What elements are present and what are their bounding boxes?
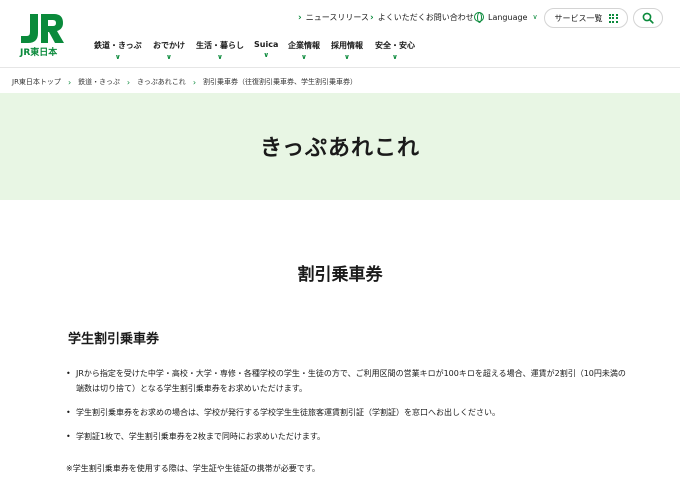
search-button[interactable] <box>633 8 663 28</box>
nav-label: 鉄道・きっぷ <box>94 41 142 50</box>
language-label: Language <box>488 12 528 22</box>
faq-label: よくいただくお問い合わせ <box>377 13 474 22</box>
nav-item-recruit[interactable]: 採用情報 ∨ <box>331 40 363 61</box>
chevron-right-icon: › <box>67 77 72 87</box>
nav-label: 生活・暮らし <box>196 41 244 50</box>
list-item: JRから指定を受けた中学・高校・大学・専修・各種学校の学生・生徒の方で、ご利用区… <box>66 366 626 396</box>
jr-east-logo[interactable]: JR東日本 <box>16 12 66 58</box>
subsection-title: 学生割引乗車券 <box>68 332 160 347</box>
section-title: 割引乗車券 <box>297 265 383 285</box>
chevron-right-icon: › <box>370 12 374 23</box>
nav-label: おでかけ <box>153 41 185 50</box>
chevron-down-icon: ∨ <box>115 53 121 61</box>
chevron-down-icon: ∨ <box>301 53 307 61</box>
breadcrumb-item-tickets[interactable]: きっぷあれこれ <box>137 77 186 87</box>
list-item: 学生割引乗車券をお求めの場合は、学校が発行する学校学生生徒旅客運賃割引証（学割証… <box>66 405 626 420</box>
grid-icon <box>608 13 618 23</box>
nav-item-corporate[interactable]: 企業情報 ∨ <box>288 40 320 61</box>
nav-item-railway[interactable]: 鉄道・きっぷ ∨ <box>94 40 142 61</box>
breadcrumb-item-top[interactable]: JR東日本トップ <box>12 77 61 87</box>
chevron-down-icon: ∨ <box>392 53 398 61</box>
page-title: きっぷあれこれ <box>259 136 421 161</box>
nav-label: 採用情報 <box>331 41 363 50</box>
services-label: サービス一覧 <box>554 13 603 23</box>
site-header: JR東日本 › ニュースリリース › よくいただくお問い合わせ Language… <box>0 0 680 68</box>
jr-logo-mark-icon <box>21 14 64 43</box>
logo-text: JR東日本 <box>20 48 58 58</box>
page-hero: きっぷあれこれ <box>0 93 680 200</box>
nav-label: Suica <box>254 40 279 49</box>
news-release-label: ニュースリリース <box>305 13 369 22</box>
chevron-down-icon: ∨ <box>263 51 270 59</box>
nav-item-outing[interactable]: おでかけ ∨ <box>153 40 185 61</box>
list-item: 学割証1枚で、学生割引乗車券を2枚まで同時にお求めいただけます。 <box>66 429 626 444</box>
globe-icon <box>474 12 484 23</box>
breadcrumb-item-current: 割引乗車券（往復割引乗車券、学生割引乗車券） <box>203 78 358 86</box>
chevron-right-icon: › <box>126 77 131 87</box>
nav-item-life[interactable]: 生活・暮らし ∨ <box>196 40 244 61</box>
nav-label: 安全・安心 <box>375 41 415 50</box>
breadcrumb-item-railway[interactable]: 鉄道・きっぷ <box>78 77 120 87</box>
chevron-down-icon: ∨ <box>166 53 172 61</box>
language-selector[interactable]: Language ∨ <box>474 12 538 23</box>
chevron-right-icon: › <box>192 77 197 87</box>
breadcrumb: JR東日本トップ › 鉄道・きっぷ › きっぷあれこれ › 割引乗車券（往復割引… <box>12 77 357 87</box>
nav-label: 企業情報 <box>288 41 320 50</box>
faq-link[interactable]: › よくいただくお問い合わせ <box>370 12 474 23</box>
chevron-right-icon: › <box>298 12 302 23</box>
chevron-down-icon: ∨ <box>344 53 350 61</box>
nav-item-safety[interactable]: 安全・安心 ∨ <box>375 40 415 61</box>
chevron-down-icon: ∨ <box>217 53 223 61</box>
search-icon <box>642 12 654 24</box>
services-button[interactable]: サービス一覧 <box>544 8 628 28</box>
news-release-link[interactable]: › ニュースリリース <box>298 12 369 23</box>
nav-item-suica[interactable]: Suica ∨ <box>254 40 278 59</box>
chevron-down-icon: ∨ <box>532 13 538 21</box>
note-text: ※学生割引乗車券を使用する際は、学生証や生徒証の携帯が必要です。 <box>66 464 320 473</box>
bullet-list: JRから指定を受けた中学・高校・大学・専修・各種学校の学生・生徒の方で、ご利用区… <box>66 366 626 453</box>
